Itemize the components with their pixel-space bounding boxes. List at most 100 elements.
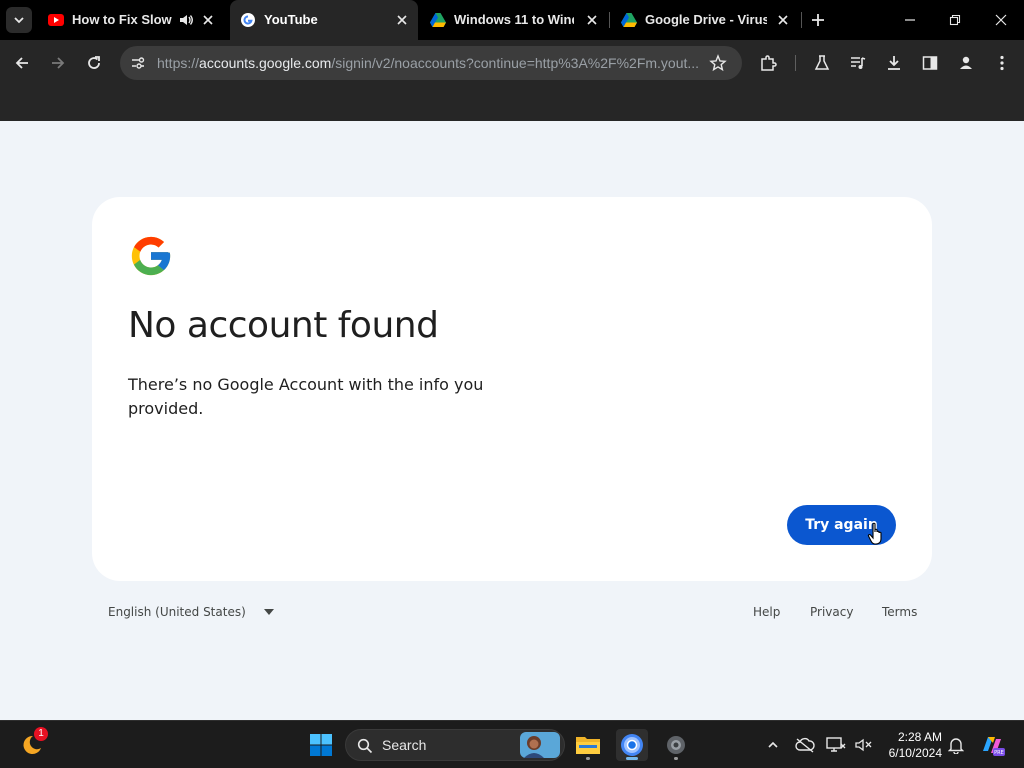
extensions-button[interactable] (756, 51, 780, 75)
privacy-link[interactable]: Privacy (810, 605, 853, 619)
tab-strip: How to Fix Slow P YouTube Windows 11 to … (0, 0, 1024, 40)
reload-button[interactable] (82, 51, 106, 75)
close-window-button[interactable] (989, 8, 1013, 32)
notification-badge: 1 (34, 727, 48, 741)
help-link[interactable]: Help (753, 605, 780, 619)
running-indicator (674, 757, 678, 760)
hand-cursor-icon (867, 522, 882, 545)
close-icon (995, 14, 1007, 26)
media-queue-icon (851, 57, 866, 69)
address-bar[interactable]: https://accounts.google.com/signin/v2/no… (120, 46, 742, 80)
labs-button[interactable] (810, 51, 834, 75)
monitor-network-icon (826, 737, 846, 752)
taskbar: 1 Search 2:28 AM 6/10/2024 PRE (0, 720, 1024, 768)
onedrive-button[interactable] (789, 729, 821, 761)
close-tab-button[interactable] (200, 12, 216, 28)
back-button[interactable] (10, 51, 34, 75)
bookmark-bar (0, 86, 1024, 121)
restore-button[interactable] (943, 8, 967, 32)
bell-icon (948, 738, 964, 754)
url-scheme: https:// (157, 55, 200, 71)
speaker-muted-icon (855, 738, 872, 752)
volume-button[interactable] (848, 729, 880, 761)
svg-text:PRE: PRE (994, 750, 1004, 756)
youtube-icon (48, 14, 64, 26)
tab-title: YouTube (264, 12, 318, 27)
url-path: /signin/v2/noaccounts?continue=http%3A%2… (331, 55, 700, 71)
tab-google-drive[interactable]: Google Drive - Virus s (611, 0, 799, 40)
minimize-button[interactable] (898, 8, 922, 32)
tab-how-to-fix[interactable]: How to Fix Slow P (38, 0, 224, 40)
person-icon (960, 56, 972, 69)
signin-card: No account found There’s no Google Accou… (92, 197, 932, 581)
dropdown-arrow-icon[interactable] (264, 609, 274, 615)
tab-title: Windows 11 to Windo (454, 12, 574, 27)
gear-icon (667, 736, 685, 754)
plus-icon (812, 14, 824, 26)
side-panel-icon (922, 56, 938, 70)
tab-search-button[interactable] (6, 7, 32, 33)
star-icon[interactable] (709, 54, 727, 72)
downloads-button[interactable] (882, 51, 906, 75)
google-g-icon (241, 13, 255, 27)
chevron-down-icon (14, 17, 24, 24)
running-indicator (626, 757, 638, 760)
profile-button[interactable] (954, 51, 978, 75)
tab-title: Google Drive - Virus s (645, 12, 767, 27)
tab-youtube[interactable]: YouTube (230, 0, 418, 40)
chrome-taskbar-button[interactable] (616, 729, 648, 761)
site-info-icon[interactable] (130, 55, 146, 71)
tab-windows-11[interactable]: Windows 11 to Windo (420, 0, 608, 40)
close-tab-button[interactable] (584, 12, 600, 28)
reload-icon (88, 56, 100, 69)
terms-link[interactable]: Terms (882, 605, 917, 619)
start-button[interactable] (305, 729, 337, 761)
settings-taskbar-button[interactable] (660, 729, 692, 761)
windows-logo-icon (310, 734, 332, 756)
menu-button[interactable] (990, 51, 1014, 75)
page-footer: English (United States) Help Privacy Ter… (92, 603, 932, 623)
download-icon (888, 56, 900, 70)
speaker-icon[interactable] (178, 12, 194, 28)
close-icon (587, 15, 597, 25)
url-text: https://accounts.google.com/signin/v2/no… (157, 55, 705, 71)
google-drive-icon (621, 13, 637, 27)
weather-widget[interactable]: 1 (16, 727, 48, 761)
cloud-offline-icon (795, 737, 815, 753)
folder-icon (576, 737, 600, 754)
puzzle-icon (761, 55, 777, 71)
taskbar-search[interactable]: Search (345, 729, 565, 761)
media-controls-button[interactable] (846, 51, 870, 75)
browser-toolbar: https://accounts.google.com/signin/v2/no… (0, 40, 1024, 86)
url-host: accounts.google.com (199, 55, 332, 71)
close-tab-button[interactable] (775, 12, 791, 28)
arrow-left-icon (15, 57, 28, 69)
minimize-icon (905, 19, 915, 21)
close-icon (778, 15, 788, 25)
close-tab-button[interactable] (394, 12, 410, 28)
tab-separator (801, 12, 802, 28)
file-explorer-button[interactable] (572, 729, 604, 761)
close-icon (397, 15, 407, 25)
google-drive-icon (430, 13, 446, 27)
time-text: 2:28 AM (897, 730, 942, 744)
tab-title: How to Fix Slow P (72, 12, 172, 27)
more-vertical-icon (1000, 55, 1004, 71)
date-text: 6/10/2024 (888, 746, 942, 760)
page-content: No account found There’s no Google Accou… (0, 121, 1024, 720)
new-tab-button[interactable] (808, 10, 828, 30)
close-icon (203, 15, 213, 25)
copilot-button[interactable]: PRE (976, 729, 1008, 761)
notifications-button[interactable] (940, 729, 972, 761)
google-logo-icon (131, 236, 171, 276)
show-hidden-icons-button[interactable] (757, 729, 789, 761)
chrome-icon (621, 734, 643, 756)
clock[interactable]: 2:28 AM 6/10/2024 (880, 729, 942, 761)
language-selector[interactable]: English (United States) (108, 605, 246, 619)
search-highlight-icon (520, 732, 560, 758)
side-panel-button[interactable] (918, 51, 942, 75)
page-title: No account found (128, 305, 439, 346)
running-indicator (586, 757, 590, 760)
forward-button[interactable] (46, 51, 70, 75)
restore-icon (949, 14, 961, 26)
